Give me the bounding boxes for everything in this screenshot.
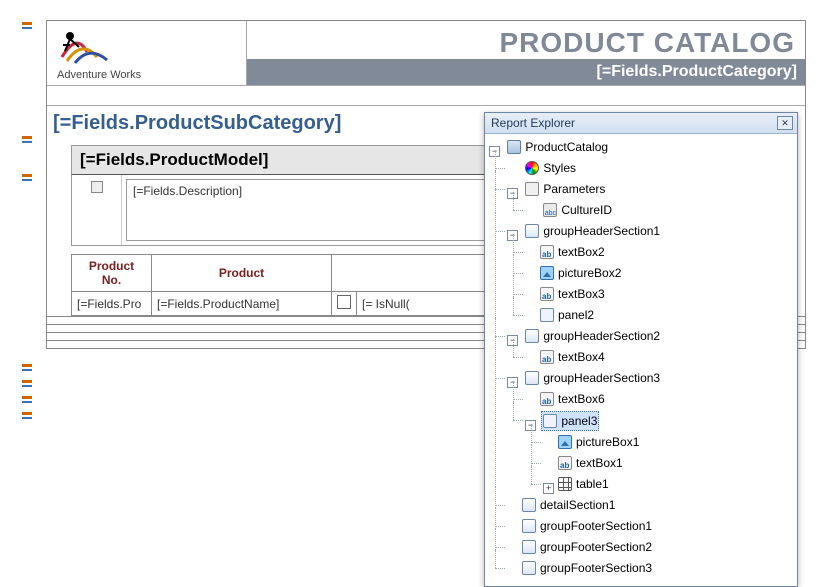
picturebox-placeholder[interactable] bbox=[72, 175, 122, 245]
tree-label: groupHeaderSection1 bbox=[543, 222, 660, 240]
tree-pictureBox1[interactable]: pictureBox1 bbox=[556, 433, 641, 451]
picturebox-icon bbox=[558, 435, 572, 449]
palette-icon bbox=[525, 161, 539, 175]
tree-label: detailSection1 bbox=[540, 496, 615, 514]
spacer-band bbox=[47, 86, 805, 106]
section-marker bbox=[20, 22, 34, 29]
section-icon bbox=[522, 540, 536, 554]
tree-label: groupFooterSection2 bbox=[540, 538, 652, 556]
tree-pictureBox2[interactable]: pictureBox2 bbox=[538, 264, 623, 282]
textbox-icon bbox=[540, 392, 554, 406]
tree-label: textBox2 bbox=[558, 243, 605, 261]
section-marker bbox=[20, 174, 34, 181]
tree-parameters[interactable]: Parameters bbox=[523, 180, 607, 198]
color-swatch-icon bbox=[337, 295, 351, 309]
tree-label: table1 bbox=[576, 475, 609, 493]
explorer-title: Report Explorer bbox=[491, 116, 777, 130]
tree-textBox1[interactable]: textBox1 bbox=[556, 454, 625, 472]
tree-ghs1[interactable]: groupHeaderSection1 bbox=[523, 222, 662, 240]
tree-root[interactable]: ProductCatalog bbox=[505, 138, 610, 156]
tree-label: panel3 bbox=[561, 412, 597, 430]
tree-label: Parameters bbox=[543, 180, 605, 198]
section-icon bbox=[522, 561, 536, 575]
tree-label: groupHeaderSection2 bbox=[543, 327, 660, 345]
parameters-icon bbox=[525, 182, 539, 196]
tree-ghs3[interactable]: groupHeaderSection3 bbox=[523, 369, 662, 387]
tree-label: pictureBox1 bbox=[576, 433, 639, 451]
logo-brand-text: Adventure Works bbox=[57, 69, 236, 81]
textbox-icon bbox=[540, 287, 554, 301]
section-icon bbox=[522, 519, 536, 533]
col-product-no[interactable]: Product No. bbox=[72, 255, 152, 292]
title-cell: PRODUCT CATALOG [=Fields.ProductCategory… bbox=[247, 21, 805, 86]
tree-detailSection1[interactable]: detailSection1 bbox=[520, 496, 617, 514]
report-explorer-panel[interactable]: Report Explorer ✕ − ProductCatalog Style… bbox=[484, 112, 798, 587]
section-icon bbox=[525, 371, 539, 385]
section-icon bbox=[525, 224, 539, 238]
section-marker bbox=[20, 396, 34, 403]
explorer-titlebar[interactable]: Report Explorer ✕ bbox=[485, 113, 797, 134]
section-marker bbox=[20, 380, 34, 387]
cell-color-swatch[interactable] bbox=[332, 292, 357, 316]
tree-label: Styles bbox=[543, 159, 576, 177]
col-product[interactable]: Product bbox=[152, 255, 332, 292]
textbox-icon bbox=[540, 350, 554, 364]
section-marker bbox=[20, 136, 34, 143]
cell-product[interactable]: [=Fields.ProductName] bbox=[152, 292, 332, 316]
cell-product-no[interactable]: [=Fields.Pro bbox=[72, 292, 152, 316]
logo-cell[interactable]: Adventure Works bbox=[47, 21, 247, 86]
tree-textBox4[interactable]: textBox4 bbox=[538, 348, 607, 366]
tree-textBox6[interactable]: textBox6 bbox=[538, 390, 607, 408]
tree-label: groupFooterSection3 bbox=[540, 559, 652, 577]
section-marker bbox=[20, 364, 34, 371]
tree-textBox3[interactable]: textBox3 bbox=[538, 285, 607, 303]
report-icon bbox=[507, 140, 521, 154]
image-icon bbox=[91, 181, 103, 193]
tree-label: textBox6 bbox=[558, 390, 605, 408]
param-icon bbox=[543, 203, 557, 217]
section-icon bbox=[522, 498, 536, 512]
catalog-title[interactable]: PRODUCT CATALOG bbox=[247, 21, 805, 59]
tree-gfs2[interactable]: groupFooterSection2 bbox=[520, 538, 654, 556]
tree-gfs1[interactable]: groupFooterSection1 bbox=[520, 517, 654, 535]
tree-panel2[interactable]: panel2 bbox=[538, 306, 596, 324]
expander-icon bbox=[507, 164, 518, 175]
tree-styles[interactable]: Styles bbox=[523, 159, 578, 177]
tree-label: panel2 bbox=[558, 306, 594, 324]
category-band[interactable]: [=Fields.ProductCategory] bbox=[247, 59, 805, 85]
tree-label: pictureBox2 bbox=[558, 264, 621, 282]
picturebox-icon bbox=[540, 266, 554, 280]
tree-table1[interactable]: table1 bbox=[556, 475, 611, 493]
expander-icon[interactable]: + bbox=[543, 483, 554, 494]
tree-label: textBox4 bbox=[558, 348, 605, 366]
tree-label: textBox3 bbox=[558, 285, 605, 303]
close-icon[interactable]: ✕ bbox=[777, 116, 793, 130]
table-icon bbox=[558, 477, 572, 491]
tree-label: CultureID bbox=[561, 201, 612, 219]
tree-panel3[interactable]: panel3 bbox=[541, 411, 599, 431]
report-header: Adventure Works PRODUCT CATALOG [=Fields… bbox=[47, 21, 805, 86]
section-marker bbox=[20, 412, 34, 419]
tree-label: textBox1 bbox=[576, 454, 623, 472]
explorer-tree[interactable]: − ProductCatalog Styles − bbox=[485, 134, 797, 586]
tree-textBox2[interactable]: textBox2 bbox=[538, 243, 607, 261]
tree-label: ProductCatalog bbox=[525, 138, 608, 156]
tree-label: groupFooterSection1 bbox=[540, 517, 652, 535]
textbox-icon bbox=[540, 245, 554, 259]
tree-label: groupHeaderSection3 bbox=[543, 369, 660, 387]
panel-icon bbox=[540, 308, 554, 322]
panel-icon bbox=[543, 414, 557, 428]
tree-gfs3[interactable]: groupFooterSection3 bbox=[520, 559, 654, 577]
textbox-icon bbox=[558, 456, 572, 470]
adventure-works-logo bbox=[57, 27, 117, 67]
section-icon bbox=[525, 329, 539, 343]
tree-cultureid[interactable]: CultureID bbox=[541, 201, 614, 219]
tree-ghs2[interactable]: groupHeaderSection2 bbox=[523, 327, 662, 345]
